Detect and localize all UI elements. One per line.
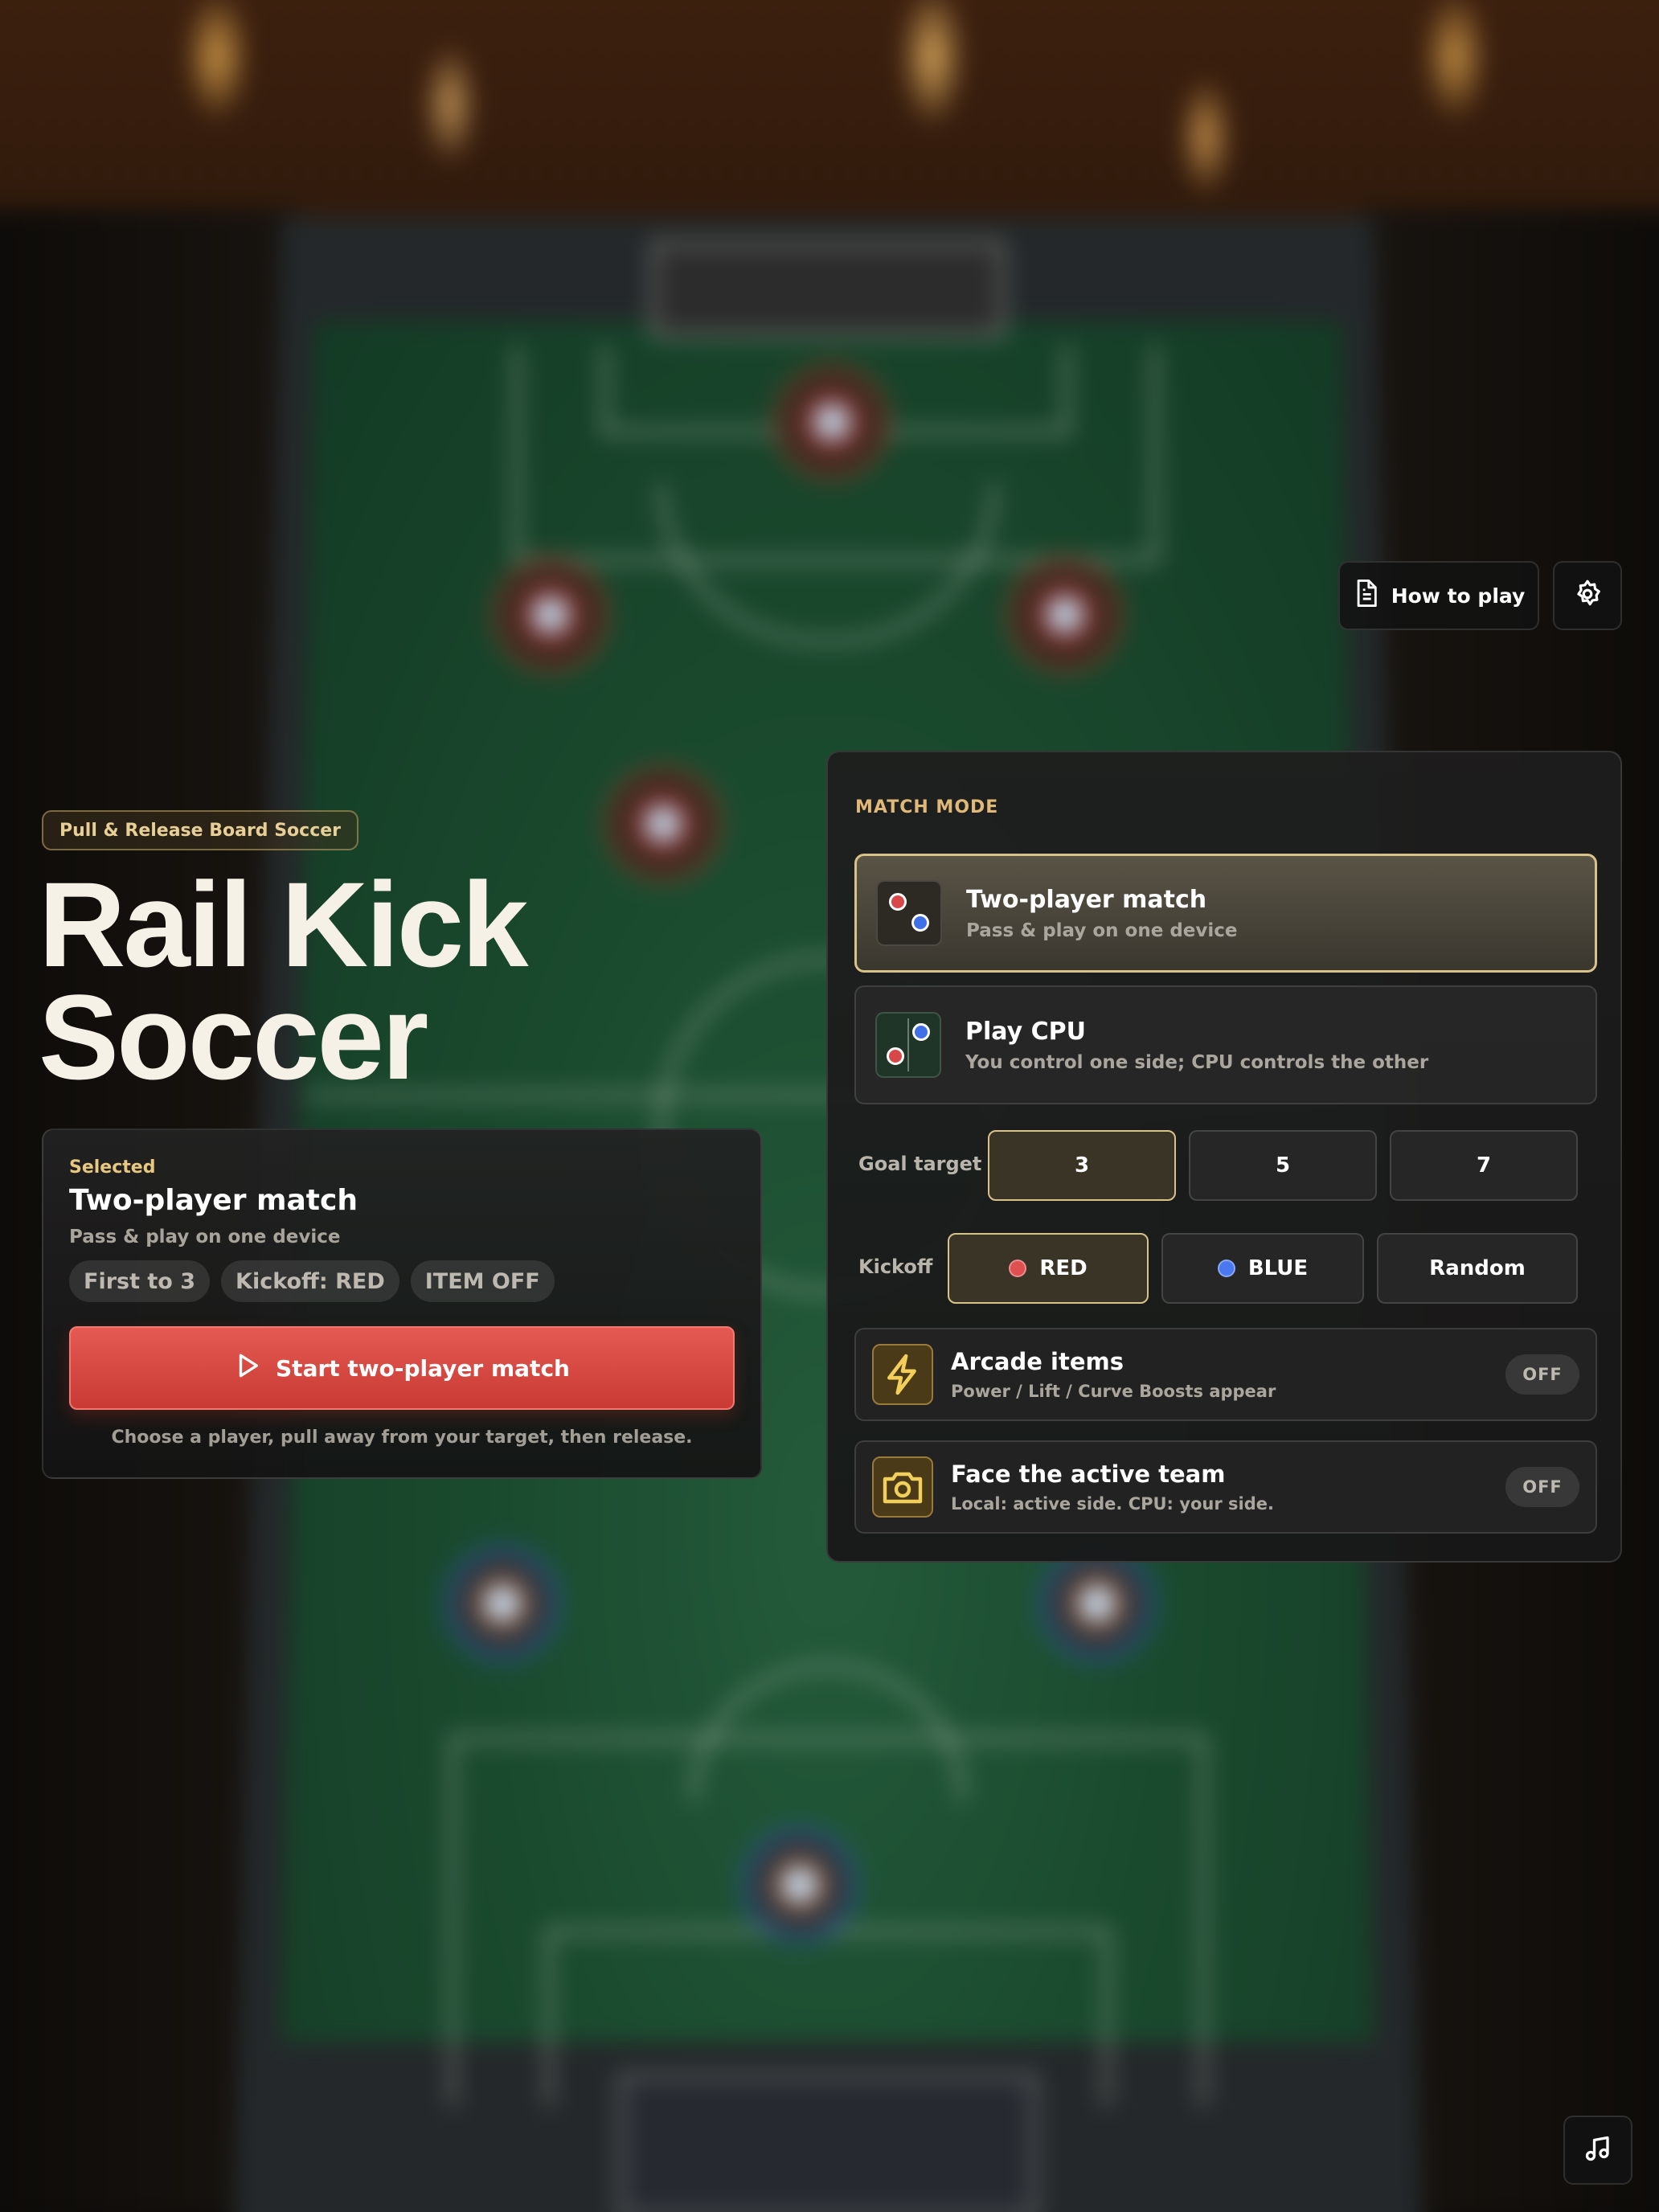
goal-target-7-button[interactable]: 7 xyxy=(1390,1130,1578,1201)
play-icon xyxy=(234,1352,261,1385)
goal-target-5-button[interactable]: 5 xyxy=(1189,1130,1377,1201)
goal-target-chip: First to 3 xyxy=(69,1260,211,1302)
mode-subtitle: Pass & play on one device xyxy=(966,920,1238,941)
arcade-items-toggle-row[interactable]: Arcade items Power / Lift / Curve Boosts… xyxy=(854,1328,1597,1421)
kickoff-chip: Kickoff: RED xyxy=(221,1260,399,1302)
two-player-icon xyxy=(876,880,942,946)
instruction-hint: Choose a player, pull away from your tar… xyxy=(111,1428,693,1448)
how-to-play-button[interactable]: How to play xyxy=(1338,561,1539,630)
music-button[interactable] xyxy=(1563,2116,1632,2185)
how-to-play-label: How to play xyxy=(1391,584,1526,608)
kickoff-label: Kickoff xyxy=(858,1256,933,1278)
kickoff-random-button[interactable]: Random xyxy=(1377,1233,1578,1304)
lightning-icon xyxy=(872,1344,933,1405)
selected-mode-title: Two-player match xyxy=(69,1184,358,1217)
player-disc xyxy=(772,362,892,482)
player-disc xyxy=(1005,555,1125,675)
arcade-items-toggle[interactable]: OFF xyxy=(1505,1354,1579,1395)
gear-icon xyxy=(1572,579,1603,612)
goal-target-3-button[interactable]: 3 xyxy=(988,1130,1176,1201)
start-match-label: Start two-player match xyxy=(276,1354,570,1382)
item-chip: ITEM OFF xyxy=(410,1260,555,1302)
settings-button[interactable] xyxy=(1553,561,1622,630)
selected-label: Selected xyxy=(69,1157,156,1178)
game-title: Rail Kick Soccer xyxy=(39,857,529,1104)
player-disc xyxy=(603,764,723,884)
mode-option-two-player[interactable]: Two-player match Pass & play on one devi… xyxy=(854,854,1597,973)
goal-target-label: Goal target xyxy=(858,1153,982,1175)
panel-heading: MATCH MODE xyxy=(855,797,999,817)
toggle-title: Face the active team xyxy=(951,1460,1226,1488)
toggle-title: Arcade items xyxy=(951,1348,1124,1375)
mode-option-play-cpu[interactable]: Play CPU You control one side; CPU contr… xyxy=(854,985,1597,1104)
kickoff-blue-button[interactable]: BLUE xyxy=(1161,1233,1364,1304)
toggle-subtitle: Local: active side. CPU: your side. xyxy=(951,1494,1274,1514)
match-mode-panel: MATCH MODE Two-player match Pass & play … xyxy=(826,751,1622,1563)
start-match-button[interactable]: Start two-player match xyxy=(69,1326,735,1410)
music-note-icon xyxy=(1583,2134,1612,2166)
subtitle-tag: Pull & Release Board Soccer xyxy=(42,810,359,850)
blue-dot-icon xyxy=(1217,1260,1235,1277)
mode-title: Play CPU xyxy=(965,1017,1086,1046)
face-active-team-toggle-row[interactable]: Face the active team Local: active side.… xyxy=(854,1440,1597,1534)
face-active-team-toggle[interactable]: OFF xyxy=(1505,1467,1579,1507)
camera-icon xyxy=(872,1456,933,1518)
player-disc xyxy=(490,555,611,675)
player-disc xyxy=(442,1543,563,1664)
red-dot-icon xyxy=(1009,1260,1027,1277)
mode-title: Two-player match xyxy=(966,885,1207,914)
kickoff-red-button[interactable]: RED xyxy=(948,1233,1149,1304)
cpu-pitch-icon xyxy=(875,1012,941,1078)
document-icon xyxy=(1353,578,1380,613)
player-disc xyxy=(739,1825,860,1945)
top-goal xyxy=(651,241,1005,338)
selected-mode-subtitle: Pass & play on one device xyxy=(69,1227,341,1247)
match-summary-chips: First to 3 Kickoff: RED ITEM OFF xyxy=(69,1260,735,1302)
mode-subtitle: You control one side; CPU controls the o… xyxy=(965,1051,1429,1073)
selected-mode-card: Selected Two-player match Pass & play on… xyxy=(42,1129,762,1479)
toggle-subtitle: Power / Lift / Curve Boosts appear xyxy=(951,1382,1276,1401)
